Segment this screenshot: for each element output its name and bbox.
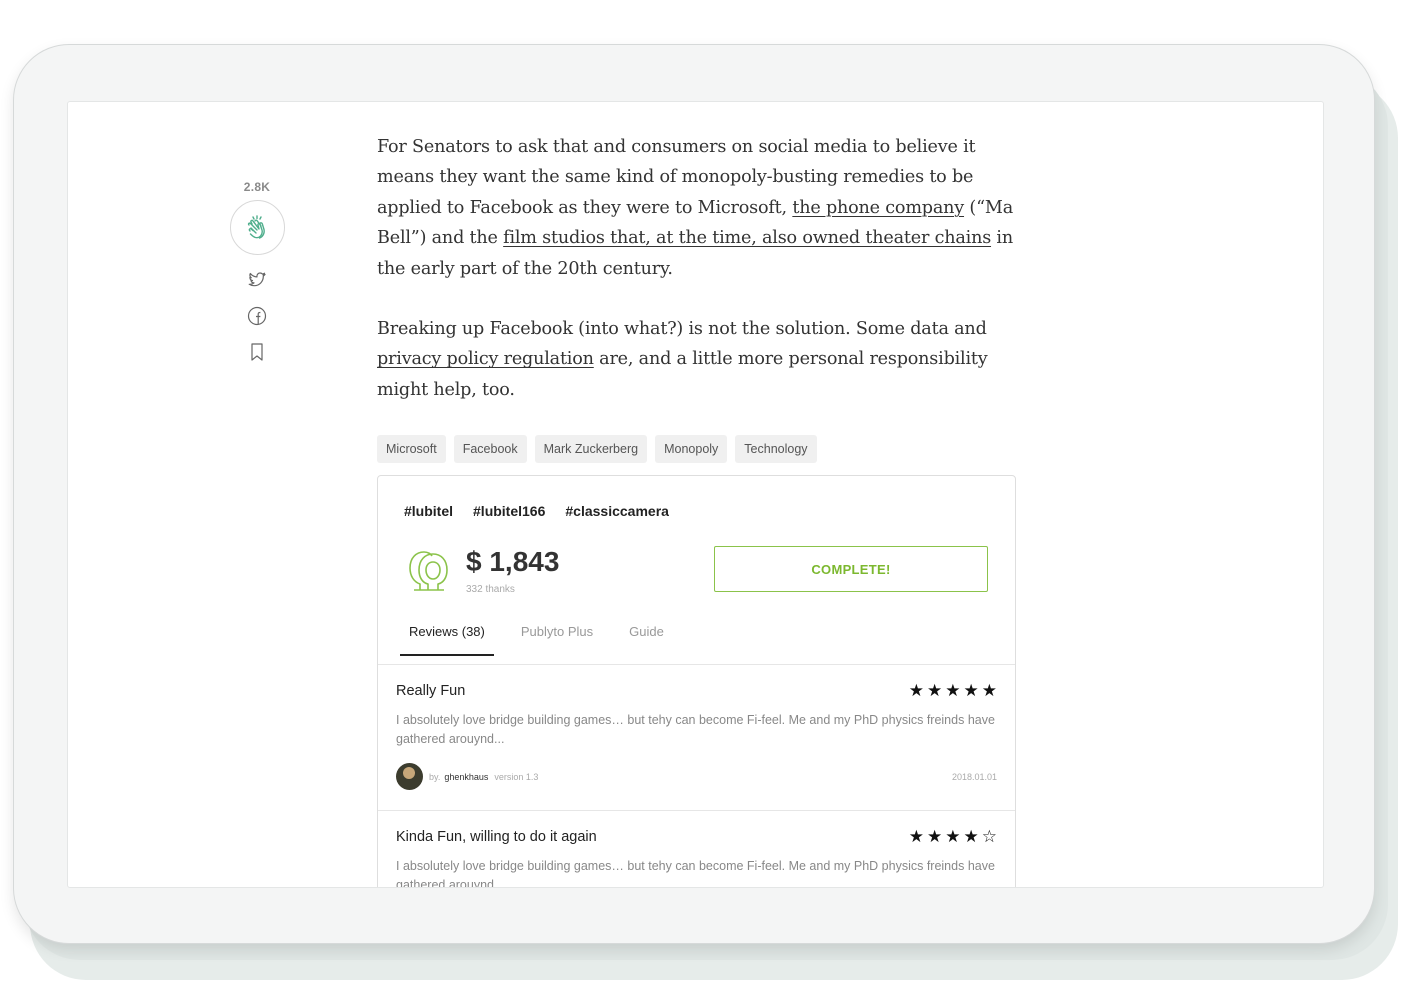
hashtag[interactable]: #lubitel — [404, 503, 453, 519]
star-filled-icon: ★ — [927, 827, 943, 846]
screen: 2.8K For Senators to ask that and consum… — [67, 101, 1324, 888]
clap-count: 2.8K — [243, 180, 271, 194]
reviewer-name[interactable]: ghenkhaus — [444, 772, 488, 782]
clap-icon — [247, 214, 265, 239]
clap-button[interactable] — [229, 200, 285, 255]
divider — [378, 664, 1015, 665]
bookmark-icon[interactable] — [246, 341, 268, 363]
review-body: I absolutely love bridge building games…… — [396, 713, 995, 746]
paragraph-1: For Senators to ask that and consumers o… — [377, 132, 1017, 284]
people-icon — [409, 551, 448, 591]
tag-mark-zuckerberg[interactable]: Mark Zuckerberg — [534, 435, 648, 464]
star-filled-icon: ★ — [927, 681, 943, 700]
star-filled-icon: ★ — [945, 827, 961, 846]
tab-publyto-plus[interactable]: Publyto Plus — [512, 616, 602, 656]
star-rating: ★ ★ ★ ★ ★ — [909, 682, 997, 699]
star-filled-icon: ★ — [963, 681, 979, 700]
tag-list: Microsoft Facebook Mark Zuckerberg Monop… — [377, 435, 1017, 464]
link-film-studios[interactable]: film studios that, at the time, also own… — [503, 228, 991, 248]
link-privacy-policy[interactable]: privacy policy regulation — [377, 349, 594, 369]
star-filled-icon: ★ — [908, 681, 924, 700]
review-title: Kinda Fun, willing to do it again — [396, 828, 597, 845]
card-tabs: Reviews (38) Publyto Plus Guide — [400, 616, 691, 656]
tag-monopoly[interactable]: Monopoly — [655, 435, 728, 464]
complete-button[interactable]: COMPLETE! — [714, 546, 988, 592]
star-filled-icon: ★ — [963, 827, 979, 846]
review-body: I absolutely love bridge building games…… — [396, 859, 995, 888]
share-rail: 2.8K — [229, 180, 285, 363]
hashtag[interactable]: #lubitel166 — [473, 503, 545, 519]
facebook-icon[interactable] — [246, 305, 268, 327]
tag-facebook[interactable]: Facebook — [453, 435, 527, 464]
review-title: Really Fun — [396, 682, 466, 699]
thanks-count: 332 thanks — [466, 584, 515, 595]
star-filled-icon: ★ — [981, 681, 997, 700]
version-label: version 1.3 — [494, 771, 539, 782]
article-body: For Senators to ask that and consumers o… — [377, 132, 1017, 464]
tag-technology[interactable]: Technology — [735, 435, 817, 464]
by-label: by. — [429, 771, 441, 782]
tag-microsoft[interactable]: Microsoft — [377, 435, 446, 464]
twitter-icon[interactable] — [246, 269, 268, 291]
star-filled-icon: ★ — [908, 827, 924, 846]
divider — [378, 810, 1015, 811]
star-empty-icon: ☆ — [981, 827, 997, 846]
avatar[interactable] — [396, 763, 423, 790]
link-phone-company[interactable]: the phone company — [792, 198, 964, 218]
hashtag-list: #lubitel #lubitel166 #classiccamera — [404, 503, 669, 519]
amount: $ 1,843 — [466, 546, 560, 577]
tab-reviews[interactable]: Reviews (38) — [400, 616, 494, 656]
publyto-card: #lubitel #lubitel166 #classiccamera $ 1,… — [377, 475, 1016, 888]
star-filled-icon: ★ — [945, 681, 961, 700]
hashtag[interactable]: #classiccamera — [565, 503, 669, 519]
star-rating: ★ ★ ★ ★ ☆ — [909, 828, 997, 845]
text: Breaking up Facebook (into what?) is not… — [377, 319, 987, 340]
paragraph-2: Breaking up Facebook (into what?) is not… — [377, 314, 1017, 405]
review-item[interactable]: Really Fun ★ ★ ★ ★ ★ I absolutely love b… — [378, 682, 1015, 790]
review-meta: by. ghenkhaus version 1.3 2018.01.01 — [396, 763, 997, 790]
review-item[interactable]: Kinda Fun, willing to do it again ★ ★ ★ … — [378, 828, 1015, 888]
tab-guide[interactable]: Guide — [620, 616, 673, 656]
review-date: 2018.01.01 — [951, 771, 997, 782]
